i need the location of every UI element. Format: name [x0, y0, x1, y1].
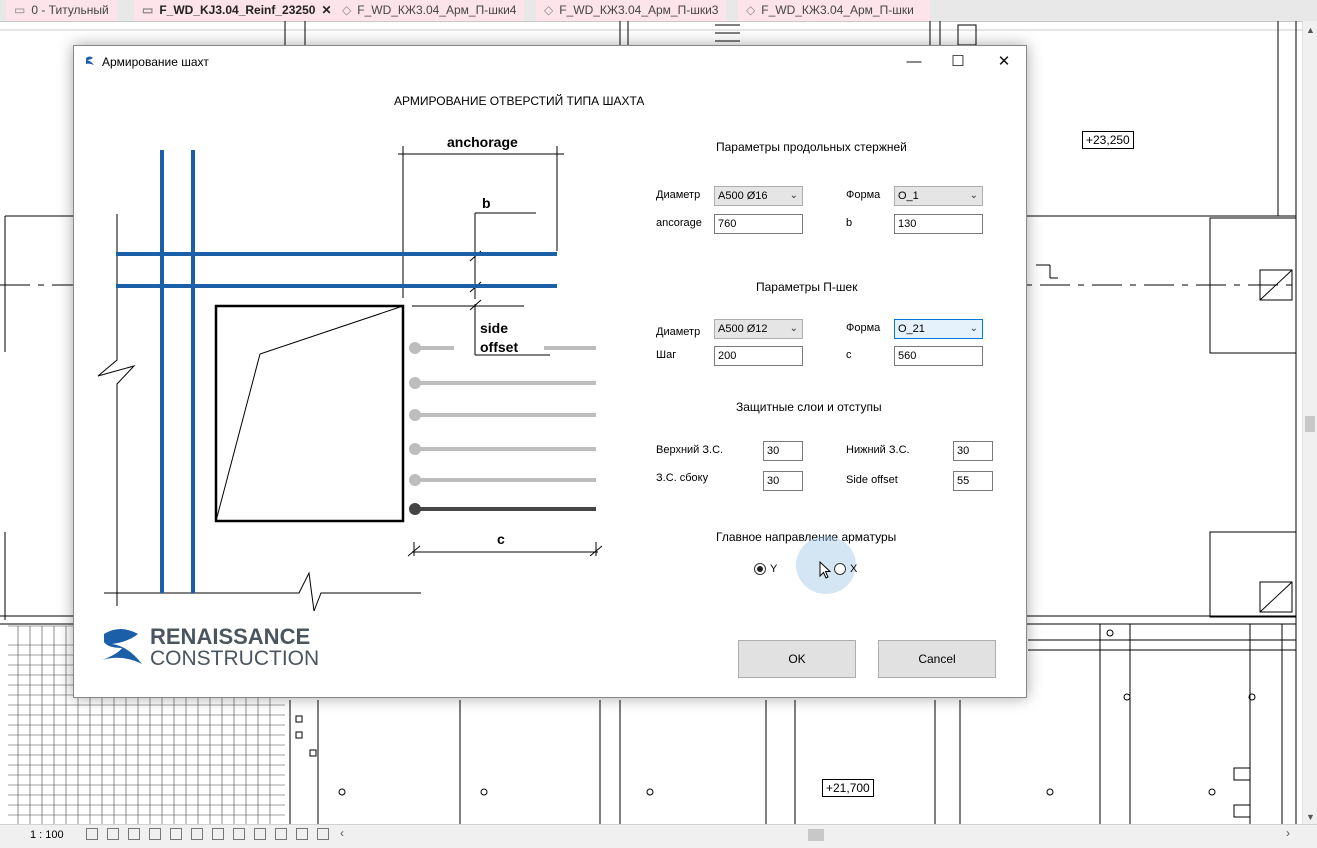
top-cover-input[interactable]: 30	[763, 441, 803, 461]
temporary-hide-icon[interactable]	[233, 828, 245, 840]
anchorage-field-label: ancorage	[656, 217, 702, 229]
tab-arm-pshki4[interactable]: ◇ F_WD_КЖ3.04_Арм_П-шки4	[334, 0, 525, 21]
vertical-scrollbar[interactable]: ▲ ▼	[1302, 21, 1317, 826]
long-diameter-select[interactable]: A500 Ø16 ⌄	[714, 186, 803, 206]
pshki-form-label: Форма	[846, 322, 881, 334]
view-icon: ◇	[746, 3, 756, 17]
view-tab-bar: ▭ 0 - Титульный ▭ F_WD_KJ3.04_Reinf_23250 ✕…	[0, 0, 1317, 22]
tab-arm-pshki3[interactable]: ◇ F_WD_КЖ3.04_Арм_П-шки3	[536, 0, 727, 21]
scroll-thumb[interactable]	[1305, 416, 1315, 432]
scroll-left-icon[interactable]: ‹	[340, 826, 344, 840]
view-icon: ◇	[544, 3, 554, 17]
cancel-button[interactable]: Cancel	[878, 640, 996, 678]
c-label: c	[497, 531, 505, 547]
horizontal-scroll-thumb[interactable]	[808, 829, 824, 841]
level-tag-top[interactable]: +23,250	[1082, 131, 1134, 149]
highlight-displacement-icon[interactable]	[296, 828, 308, 840]
c-field-label: c	[846, 349, 852, 361]
renaissance-logo-icon	[102, 629, 142, 664]
side-offset-input[interactable]: 55	[953, 471, 993, 491]
app-logo-icon	[86, 56, 94, 65]
minimize-button[interactable]: —	[899, 50, 929, 74]
step-input[interactable]: 200	[714, 346, 803, 366]
pshki-form-select[interactable]: O_21 ⌄	[894, 319, 983, 339]
long-form-label: Форма	[846, 189, 881, 201]
dialog-title: Армирование шахт	[102, 55, 209, 69]
scroll-right-icon[interactable]: ›	[1286, 826, 1290, 840]
c-input[interactable]: 560	[894, 346, 983, 366]
side-cover-label: З.С. сбоку	[656, 472, 709, 484]
b-field-label: b	[846, 217, 853, 229]
ok-button[interactable]: OK	[738, 640, 856, 678]
side-offset-label: Side offset	[846, 474, 898, 486]
chevron-down-icon: ⌄	[969, 323, 978, 334]
side-cover-input[interactable]: 30	[763, 471, 803, 491]
close-tab-icon[interactable]: ✕	[321, 3, 331, 17]
pshki-heading: Параметры П-шек	[756, 280, 858, 294]
mouse-cursor-icon	[819, 561, 831, 579]
show-crop-icon[interactable]	[191, 828, 203, 840]
longitudinal-heading: Параметры продольных стержней	[716, 140, 907, 154]
dialog-heading: АРМИРОВАНИЕ ОТВЕРСТИЙ ТИПА ШАХТА	[394, 94, 645, 108]
analytical-model-icon[interactable]	[275, 828, 287, 840]
close-button[interactable]: ✕	[989, 50, 1019, 74]
direction-x-radio[interactable]	[834, 563, 846, 575]
anchorage-input[interactable]: 760	[714, 214, 803, 234]
reveal-constraints-icon[interactable]	[317, 828, 329, 840]
chevron-down-icon: ⌄	[789, 190, 798, 201]
cover-heading: Защитные слои и отступы	[736, 400, 882, 414]
dialog-titlebar[interactable]: Армирование шахт — ☐ ✕	[74, 46, 1026, 78]
long-form-select[interactable]: O_1 ⌄	[894, 186, 983, 206]
tab-reinf-23250[interactable]: ▭ F_WD_KJ3.04_Reinf_23250 ✕	[134, 0, 340, 21]
crop-view-icon[interactable]	[170, 828, 182, 840]
view-icon: ◇	[342, 3, 352, 17]
logo-text-construction: CONSTRUCTION	[150, 647, 320, 670]
top-cover-label: Верхний З.С.	[656, 444, 724, 456]
long-diameter-label: Диаметр	[656, 189, 701, 201]
lock-3d-icon[interactable]	[212, 828, 224, 840]
sheet-icon: ▭	[14, 3, 26, 17]
detail-level-icon[interactable]	[86, 828, 98, 840]
bottom-cover-label: Нижний З.С.	[846, 444, 910, 456]
tab-arm-pshki[interactable]: ◇ F_WD_КЖ3.04_Арм_П-шки	[738, 0, 930, 21]
view-scale[interactable]: 1 : 100	[30, 829, 64, 841]
maximize-button[interactable]: ☐	[943, 50, 973, 74]
visual-style-icon[interactable]	[107, 828, 119, 840]
shaft-reinforcement-dialog: Армирование шахт — ☐ ✕ АРМИРОВАНИЕ ОТВЕР…	[73, 45, 1027, 698]
reinforcement-sketch: anchorage b side offset c	[97, 134, 603, 612]
sun-path-icon[interactable]	[128, 828, 140, 840]
direction-y-radio[interactable]	[754, 563, 766, 575]
scroll-up-icon[interactable]: ▲	[1306, 25, 1315, 35]
view-control-bar: 1 : 100 ‹ ›	[0, 824, 1317, 848]
pshki-diameter-label: Диаметр	[656, 326, 701, 338]
sheet-icon: ▭	[142, 3, 154, 17]
scroll-down-icon[interactable]: ▼	[1306, 812, 1315, 822]
step-label: Шаг	[656, 349, 677, 361]
shadows-icon[interactable]	[149, 828, 161, 840]
pshki-diameter-select[interactable]: A500 Ø12 ⌄	[714, 319, 803, 339]
level-tag-bottom[interactable]: +21,700	[822, 779, 874, 797]
direction-x-label[interactable]: X	[850, 563, 857, 575]
chevron-down-icon: ⌄	[969, 190, 978, 201]
direction-y-label[interactable]: Y	[770, 563, 777, 575]
b-label: b	[482, 195, 491, 211]
side-label: side	[480, 320, 508, 336]
chevron-down-icon: ⌄	[789, 323, 798, 334]
reveal-hidden-icon[interactable]	[254, 828, 266, 840]
tab-title-sheet[interactable]: ▭ 0 - Титульный	[6, 0, 117, 21]
offset-label: offset	[480, 339, 518, 355]
b-input[interactable]: 130	[894, 214, 983, 234]
anchorage-label: anchorage	[447, 134, 518, 150]
bottom-cover-input[interactable]: 30	[953, 441, 993, 461]
